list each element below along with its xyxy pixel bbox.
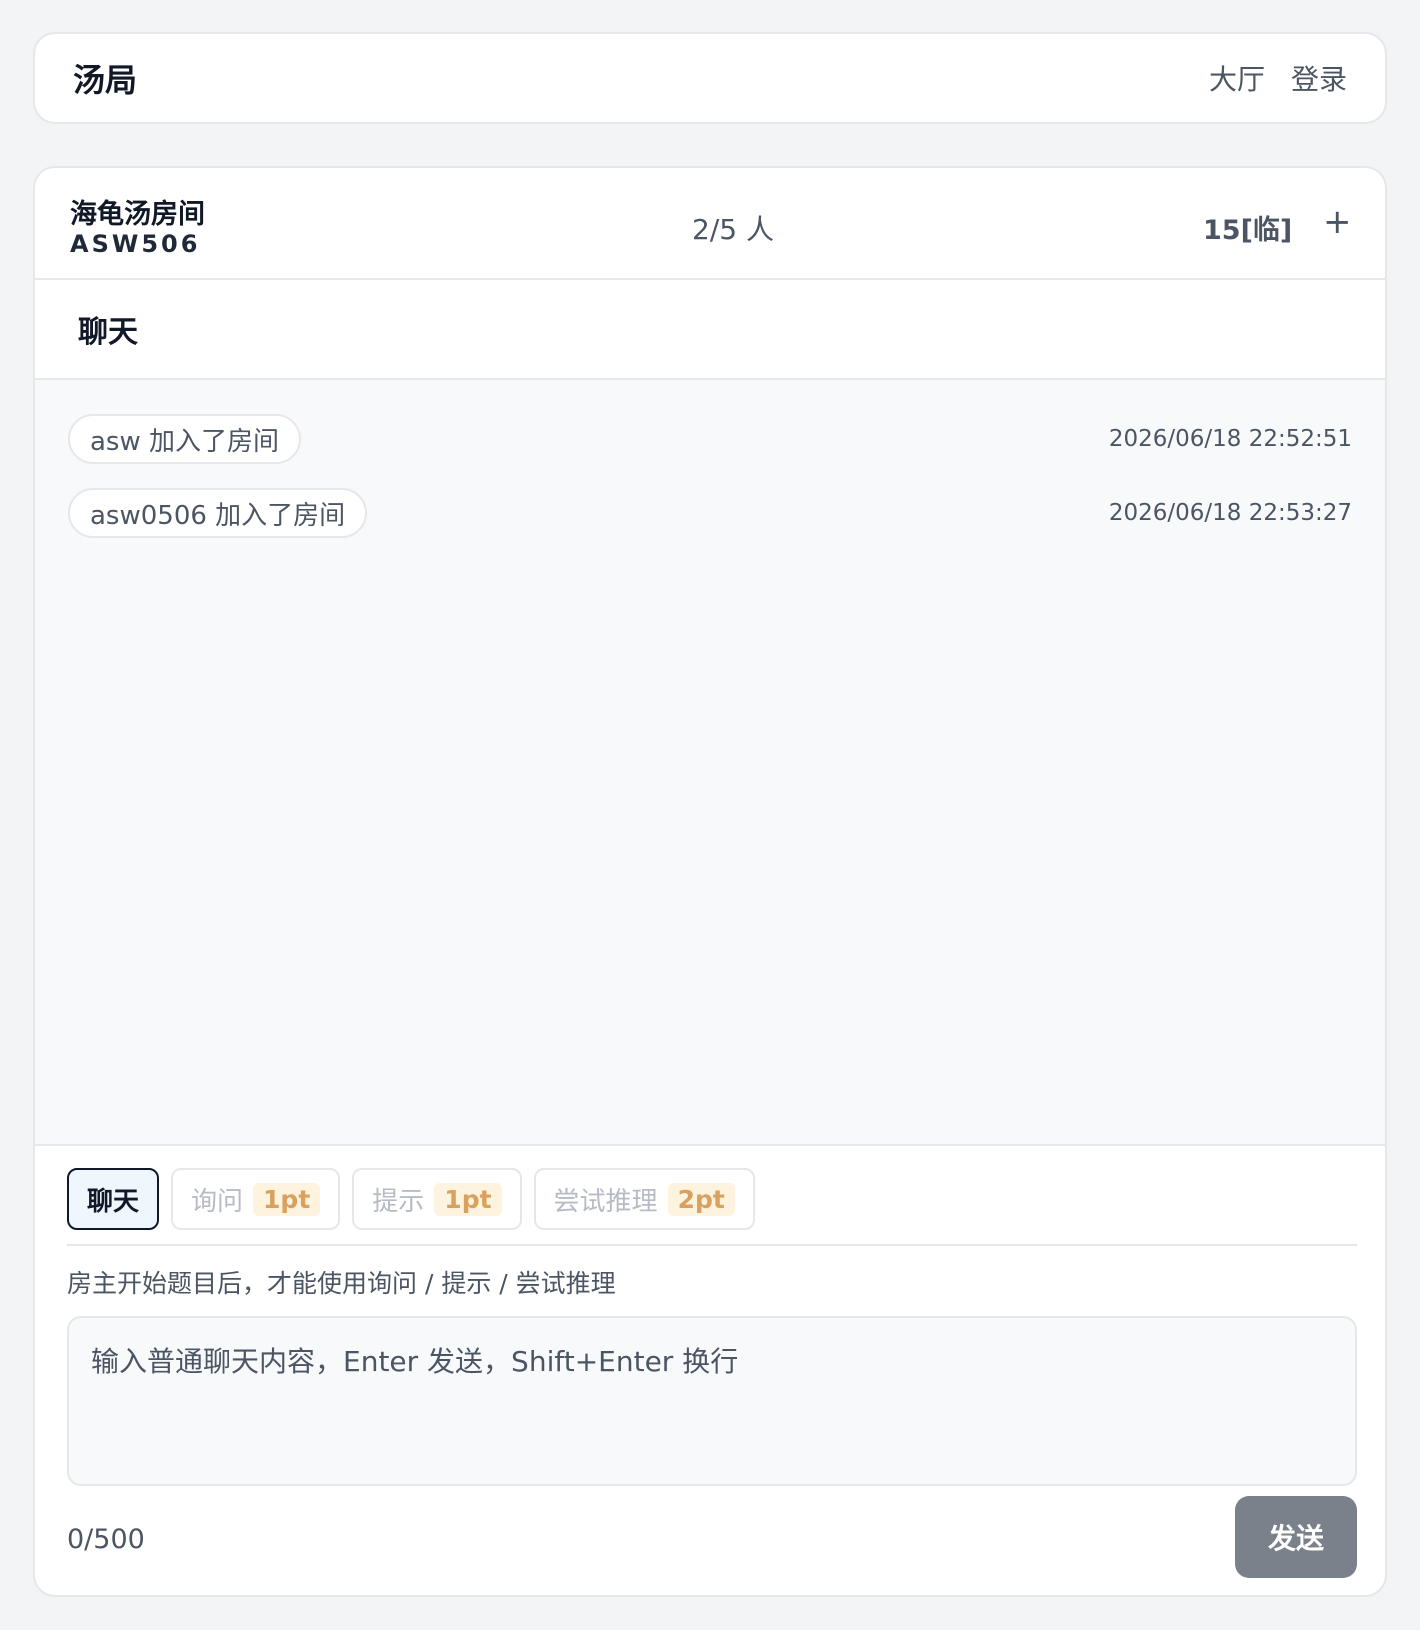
tab-ask[interactable]: 询问 1pt	[171, 1168, 341, 1230]
list-item: asw 加入了房间 2026/06/18 22:52:51	[68, 414, 1385, 464]
tab-guess[interactable]: 尝试推理 2pt	[533, 1168, 755, 1230]
tab-hint-label: 提示	[372, 1186, 425, 1217]
tab-ask-cost: 1pt	[253, 1182, 321, 1216]
message-timestamp: 2026/06/18 22:52:51	[1108, 426, 1352, 452]
player-count: 2/5 人	[692, 213, 774, 246]
add-points-icon[interactable]: +	[1323, 202, 1352, 242]
room-title: 海龟汤房间	[70, 199, 205, 230]
brand-logo-text[interactable]: 汤局	[73, 55, 137, 101]
tab-guess-label: 尝试推理	[553, 1186, 658, 1217]
chat-title: 聊天	[78, 315, 138, 350]
message-list[interactable]: asw 加入了房间 2026/06/18 22:52:51 asw0506 加入…	[35, 380, 1385, 1146]
chat-header: 聊天	[35, 280, 1385, 380]
list-item: asw0506 加入了房间 2026/06/18 22:53:27	[68, 488, 1385, 538]
tab-hint[interactable]: 提示 1pt	[352, 1168, 522, 1230]
tab-guess-cost: 2pt	[667, 1182, 735, 1216]
system-message: asw 加入了房间	[68, 414, 302, 464]
message-timestamp: 2026/06/18 22:53:27	[1108, 500, 1352, 526]
char-counter: 0/500	[67, 1524, 145, 1555]
points-badge: 15[临]	[1203, 215, 1293, 246]
top-nav: 大厅 登录	[1209, 58, 1347, 98]
nav-login-link[interactable]: 登录	[1291, 58, 1347, 98]
tab-chat[interactable]: 聊天	[67, 1168, 160, 1230]
composer: 聊天 询问 1pt 提示 1pt 尝试推理 2pt 房主开始题目后，才能使用询问…	[35, 1148, 1385, 1595]
tab-chat-label: 聊天	[87, 1186, 140, 1217]
mode-hint-text: 房主开始题目后，才能使用询问 / 提示 / 尝试推理	[67, 1269, 616, 1298]
tab-ask-label: 询问	[191, 1186, 244, 1217]
nav-lobby-link[interactable]: 大厅	[1209, 58, 1265, 98]
room-code: ASW506	[70, 230, 201, 258]
chat-input[interactable]	[67, 1316, 1357, 1486]
top-navbar: 汤局 大厅 登录	[33, 32, 1387, 124]
room-header: 海龟汤房间 ASW506 2/5 人 15[临] +	[35, 168, 1385, 280]
send-button[interactable]: 发送	[1235, 1496, 1357, 1578]
mode-tabs: 聊天 询问 1pt 提示 1pt 尝试推理 2pt	[67, 1168, 1357, 1246]
tab-hint-cost: 1pt	[434, 1182, 502, 1216]
system-message: asw0506 加入了房间	[68, 488, 368, 538]
room-panel: 海龟汤房间 ASW506 2/5 人 15[临] + 聊天 asw 加入了房间 …	[33, 166, 1387, 1597]
